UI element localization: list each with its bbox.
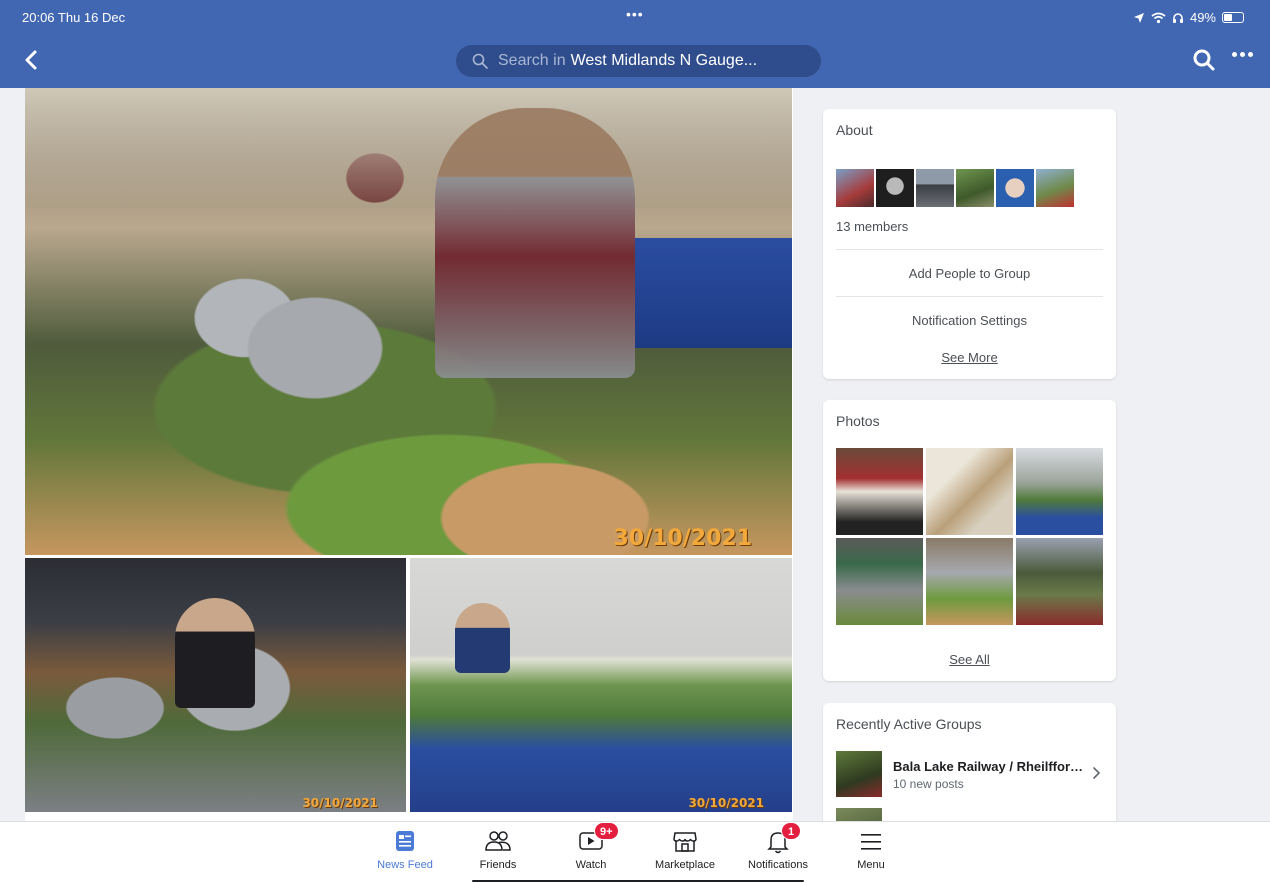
location-icon: [1133, 12, 1144, 23]
tab-label: Friends: [479, 859, 517, 871]
marketplace-icon: [670, 828, 700, 856]
tab-label: Menu: [857, 859, 885, 871]
photo-thumbnail[interactable]: [836, 448, 923, 535]
friends-icon: [483, 828, 513, 856]
status-time: 20:06 Thu 16 Dec: [22, 10, 126, 25]
recent-groups-title: Recently Active Groups: [836, 716, 982, 732]
member-avatars: [836, 169, 1074, 207]
photo-person: [455, 603, 510, 673]
bell-icon: 1: [763, 822, 801, 856]
tab-watch[interactable]: 9+ Watch: [543, 822, 639, 871]
chevron-right-icon: [1093, 767, 1101, 779]
back-button[interactable]: [20, 48, 44, 72]
photos-card: Photos See All: [823, 400, 1116, 681]
group-item[interactable]: Bala Lake Railway / Rheilfford... 10 new…: [836, 751, 1103, 797]
search-icon: [472, 53, 488, 69]
watch-badge: 9+: [594, 822, 619, 840]
divider: [836, 296, 1103, 297]
about-title: About: [836, 122, 873, 138]
member-count: 13 members: [836, 219, 909, 234]
group-thumbnail: [836, 751, 882, 797]
back-chevron-icon: [25, 50, 37, 70]
search-button[interactable]: [1192, 48, 1216, 72]
search-placeholder: Search in: [498, 52, 566, 69]
tab-marketplace[interactable]: Marketplace: [637, 828, 733, 871]
group-search-input[interactable]: Search in West Midlands N Gauge...: [456, 45, 821, 77]
tab-news-feed[interactable]: News Feed: [357, 828, 453, 871]
photo-person: [175, 598, 255, 708]
battery-level: [1224, 14, 1233, 21]
battery-icon: [1222, 12, 1244, 23]
photo-detail: [635, 238, 792, 348]
group-name: Bala Lake Railway / Rheilfford...: [893, 759, 1088, 774]
post-photo-bottom-left[interactable]: 30/10/2021: [25, 558, 406, 812]
post-photo-collage: 30/10/2021 30/10/2021 30/10/2021: [25, 88, 793, 821]
bottom-tab-bar: News Feed Friends 9+ Watch Marketplace 1…: [0, 821, 1270, 882]
watch-icon: 9+: [576, 822, 619, 856]
tab-friends[interactable]: Friends: [450, 828, 546, 871]
photo-person: [435, 108, 635, 378]
avatar[interactable]: [956, 169, 994, 207]
see-more-link[interactable]: See More: [823, 350, 1116, 365]
notifications-badge: 1: [781, 822, 801, 840]
status-indicators: 49%: [1133, 10, 1244, 25]
avatar[interactable]: [836, 169, 874, 207]
photo-thumbnail[interactable]: [1016, 538, 1103, 625]
wifi-icon: [1151, 12, 1166, 23]
more-options-button[interactable]: [1232, 52, 1253, 57]
multitasking-dots[interactable]: •••: [626, 6, 644, 22]
more-icon-dot: [1240, 52, 1245, 57]
top-bar: 20:06 Thu 16 Dec ••• 49% Search in West …: [0, 0, 1270, 88]
tab-menu[interactable]: Menu: [823, 828, 919, 871]
notification-settings-button[interactable]: Notification Settings: [823, 313, 1116, 328]
menu-icon: [856, 828, 886, 856]
avatar[interactable]: [916, 169, 954, 207]
post-photo-main[interactable]: 30/10/2021: [25, 88, 792, 555]
more-icon-dot: [1248, 52, 1253, 57]
battery-percent: 49%: [1189, 10, 1216, 25]
tab-notifications[interactable]: 1 Notifications: [730, 822, 826, 871]
photo-thumbnail[interactable]: [836, 538, 923, 625]
headphones-icon: [1172, 12, 1183, 23]
avatar[interactable]: [876, 169, 914, 207]
tab-label: Notifications: [748, 859, 808, 871]
divider: [836, 249, 1103, 250]
photo-thumbnail[interactable]: [926, 538, 1013, 625]
add-people-button[interactable]: Add People to Group: [823, 266, 1116, 281]
avatar[interactable]: [1036, 169, 1074, 207]
see-all-link[interactable]: See All: [823, 652, 1116, 667]
tab-label: Marketplace: [655, 859, 715, 871]
post-photo-bottom-right[interactable]: 30/10/2021: [410, 558, 792, 812]
tab-label: Watch: [575, 859, 607, 871]
photo-date-stamp: 30/10/2021: [613, 526, 752, 551]
photos-title: Photos: [836, 413, 880, 429]
more-icon: [1232, 52, 1237, 57]
group-new-posts: 10 new posts: [893, 777, 964, 791]
news-feed-icon: [390, 828, 420, 856]
about-card: About 13 members Add People to Group Not…: [823, 109, 1116, 379]
photo-date-stamp: 30/10/2021: [688, 796, 764, 810]
tab-label: News Feed: [377, 859, 433, 871]
photo-background: [25, 88, 792, 208]
search-icon: [1193, 49, 1215, 71]
photo-thumbnail[interactable]: [1016, 448, 1103, 535]
search-group-name: West Midlands N Gauge...: [570, 52, 758, 69]
avatar[interactable]: [996, 169, 1034, 207]
photo-date-stamp: 30/10/2021: [302, 796, 378, 810]
photo-thumbnail[interactable]: [926, 448, 1013, 535]
photo-grid: [836, 448, 1103, 625]
